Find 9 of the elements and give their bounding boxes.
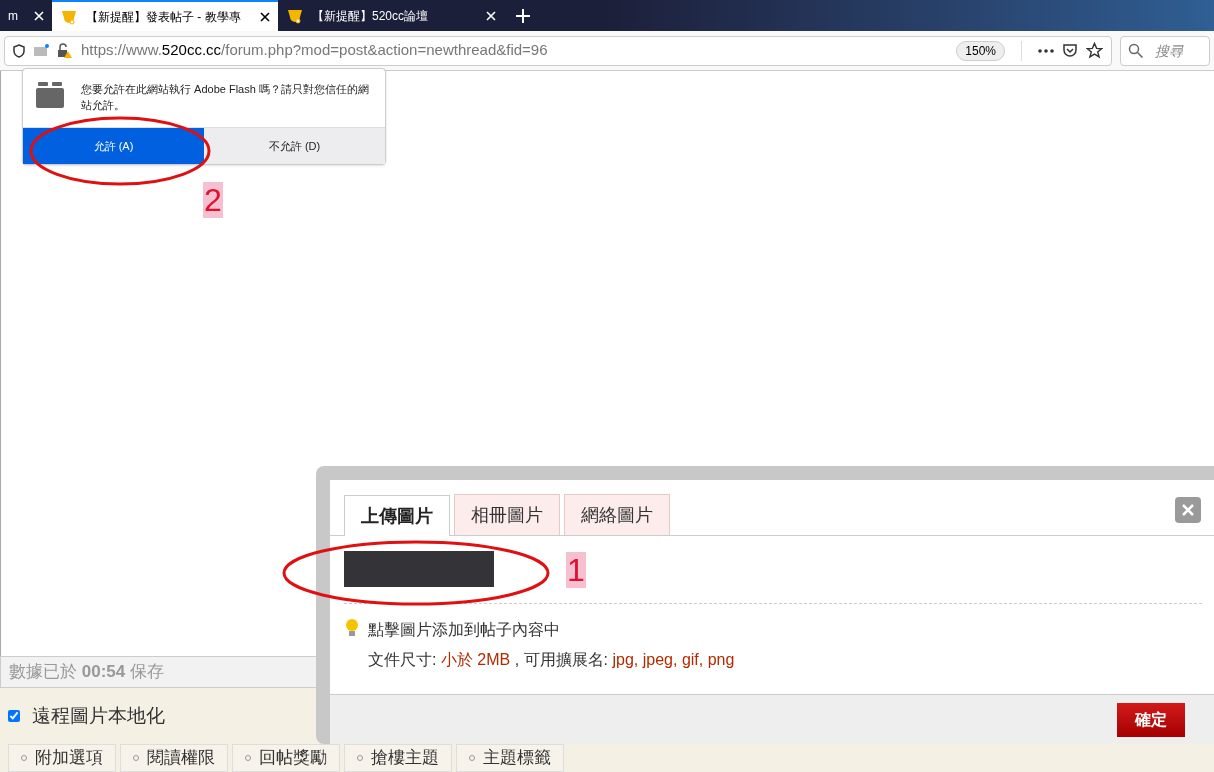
tab-title: m	[8, 7, 18, 25]
checkbox-label: 遠程圖片本地化	[32, 703, 165, 728]
hint-text: 點擊圖片添加到帖子內容中	[368, 620, 561, 640]
flash-prompt-text: 您要允許在此網站執行 Adobe Flash 嗎？請只對您信任的網站允許。	[81, 82, 370, 113]
url-text: https://www.520cc.cc/forum.php?mod=post&action=newthread&fid=96	[81, 40, 548, 61]
tab-title: 【新提醒】發表帖子 - 教學專	[86, 8, 241, 26]
annotation-number: 2	[203, 182, 223, 218]
annotation-number: 1	[566, 552, 586, 588]
tab-title: 【新提醒】520cc論壇	[312, 7, 429, 25]
